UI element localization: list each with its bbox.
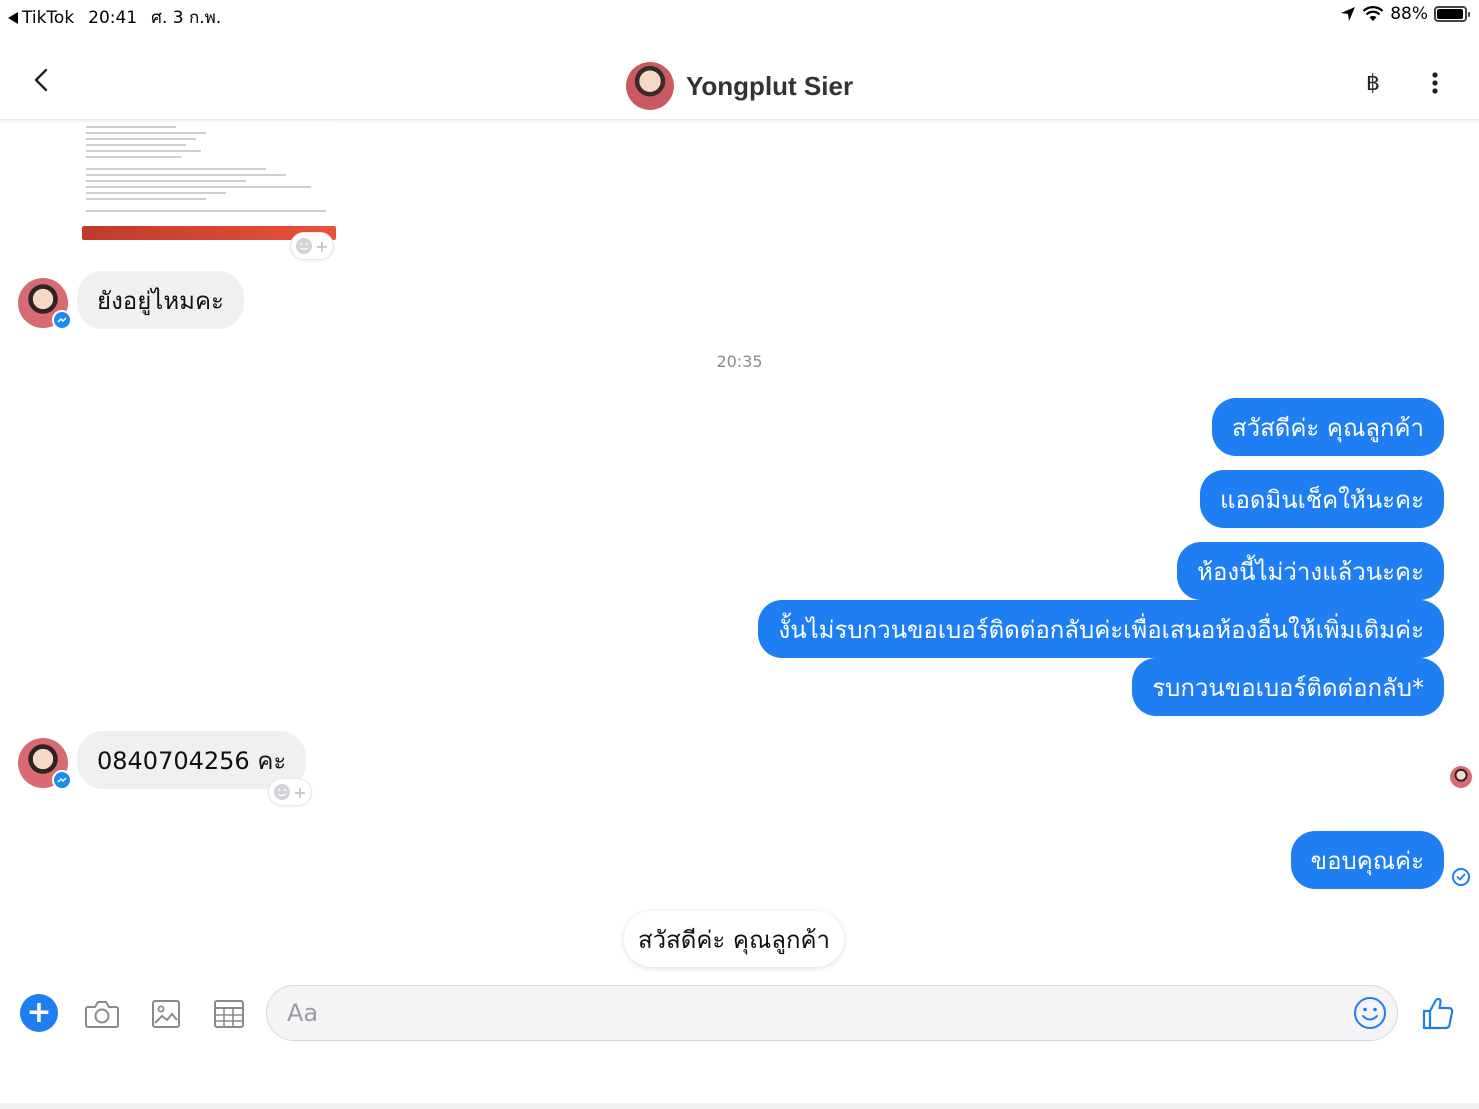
battery-cap: [1468, 12, 1470, 17]
battery-level: [1437, 9, 1463, 19]
back-triangle-icon: [8, 11, 18, 24]
camera-button[interactable]: [82, 994, 122, 1034]
outgoing-message[interactable]: สวัสดีค่ะ คุณลูกค้า: [1211, 398, 1444, 456]
message-input[interactable]: Aa: [266, 985, 1398, 1041]
chat-screen: TikTok 20:41 ศ. 3 ก.พ. 88% Yongplut Sier…: [0, 0, 1479, 1109]
quick-reply-chip[interactable]: สวัสดีค่ะ คุณลูกค้า: [624, 911, 845, 967]
sender-avatar[interactable]: [18, 278, 72, 330]
messenger-badge-icon: [52, 770, 72, 790]
emoji-button[interactable]: [1353, 996, 1387, 1030]
plus-icon: +: [26, 995, 52, 1030]
preview-line: [86, 156, 181, 158]
preview-line: [86, 186, 311, 188]
table-grid-icon: [214, 1000, 244, 1028]
outgoing-message[interactable]: ห้องนี้ไม่ว่างแล้วนะคะ: [1177, 542, 1444, 600]
back-to-app[interactable]: TikTok: [8, 8, 74, 28]
outgoing-message[interactable]: งั้นไม่รบกวนขอเบอร์ติดต่อกลับค่ะเพื่อเสน…: [758, 600, 1444, 658]
reaction-button[interactable]: +: [290, 232, 334, 260]
battery-percent: 88%: [1390, 4, 1428, 24]
payment-button[interactable]: ฿: [1360, 70, 1386, 96]
gallery-button[interactable]: [146, 994, 186, 1034]
apps-button[interactable]: [209, 994, 249, 1034]
preview-line: [86, 150, 201, 152]
baht-icon: ฿: [1366, 70, 1380, 96]
preview-line: [86, 210, 326, 212]
more-actions-button[interactable]: +: [20, 994, 58, 1032]
preview-line: [86, 144, 186, 146]
back-app-label: TikTok: [22, 7, 75, 28]
contact-info[interactable]: Yongplut Sier: [626, 62, 853, 110]
more-vertical-icon: [1432, 72, 1438, 94]
outgoing-message[interactable]: ขอบคุณค่ะ: [1290, 831, 1444, 889]
smiley-icon: [274, 784, 291, 800]
preview-line: [86, 132, 206, 134]
chat-header: Yongplut Sier ฿: [0, 40, 1479, 120]
more-options-button[interactable]: [1422, 70, 1448, 96]
preview-line: [86, 192, 226, 194]
battery-icon: [1434, 6, 1470, 22]
plus-icon: +: [293, 782, 307, 802]
location-arrow-icon: [1341, 7, 1356, 21]
like-button[interactable]: [1420, 995, 1456, 1031]
back-button[interactable]: [30, 68, 54, 92]
preview-line: [86, 174, 286, 176]
status-bar-left: TikTok 20:41 ศ. 3 ก.พ.: [8, 4, 221, 31]
contact-avatar: [626, 62, 674, 110]
status-date: ศ. 3 ก.พ.: [151, 8, 222, 28]
wifi-icon: [1362, 6, 1384, 21]
seen-receipt-avatar: [1450, 766, 1472, 788]
preview-line: [86, 180, 246, 182]
outgoing-message[interactable]: แอดมินเช็คให้นะคะ: [1199, 470, 1444, 528]
incoming-message[interactable]: 0840704256 คะ: [77, 731, 307, 789]
delivered-check-icon: [1452, 868, 1470, 886]
message-input-placeholder: Aa: [287, 999, 319, 1027]
contact-name: Yongplut Sier: [686, 70, 854, 101]
plus-icon: +: [315, 236, 329, 256]
reaction-button[interactable]: +: [268, 778, 312, 806]
message-timestamp: 20:35: [716, 352, 763, 371]
smiley-icon: [296, 238, 313, 254]
camera-icon: [85, 1001, 119, 1028]
thumbs-up-icon: [1422, 997, 1454, 1030]
preview-line: [86, 168, 266, 170]
incoming-message[interactable]: ยังอยู่ไหมคะ: [77, 271, 244, 329]
image-icon: [152, 1000, 180, 1028]
shared-post-preview[interactable]: [78, 122, 336, 244]
sender-avatar[interactable]: [18, 738, 72, 790]
preview-line: [86, 126, 176, 128]
smiley-icon: [1354, 997, 1386, 1029]
outgoing-message[interactable]: รบกวนขอเบอร์ติดต่อกลับ*: [1132, 658, 1444, 716]
home-indicator-area: [0, 1103, 1479, 1109]
status-bar: TikTok 20:41 ศ. 3 ก.พ. 88%: [0, 0, 1479, 32]
messenger-badge-icon: [52, 310, 72, 330]
status-time: 20:41: [88, 7, 138, 28]
message-composer: + Aa: [0, 975, 1479, 1055]
preview-line: [86, 138, 196, 140]
status-bar-right: 88%: [1340, 4, 1470, 24]
preview-line: [86, 198, 206, 200]
chevron-left-icon: [34, 68, 48, 92]
